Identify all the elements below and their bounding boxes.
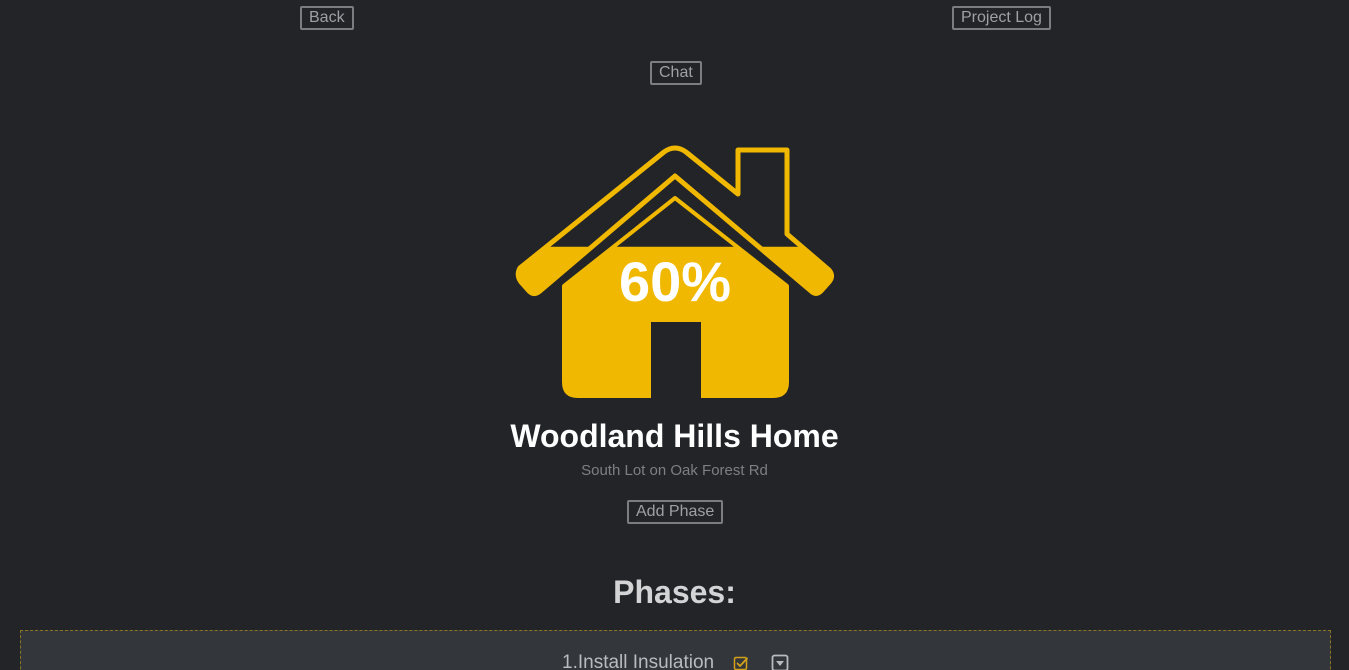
back-button[interactable]: Back [300,6,354,30]
phase-card: 1.Install Insulation [20,630,1331,670]
check-square-icon[interactable] [733,655,749,670]
add-phase-button[interactable]: Add Phase [627,500,724,524]
chat-button[interactable]: Chat [650,61,702,85]
phase-row: 1.Install Insulation [21,651,1330,670]
house-door [651,322,701,398]
caret-down-square-icon[interactable] [771,654,789,670]
phases-heading: Phases: [613,574,736,610]
project-title: Woodland Hills Home [510,418,839,454]
project-page: Back Project Log Chat 60% Woodland Hills… [0,0,1349,670]
project-subtitle: South Lot on Oak Forest Rd [581,462,768,479]
progress-house: 60% [514,142,836,400]
project-log-button[interactable]: Project Log [952,6,1051,30]
phase-name: 1.Install Insulation [562,652,715,670]
progress-percent: 60% [618,250,732,313]
